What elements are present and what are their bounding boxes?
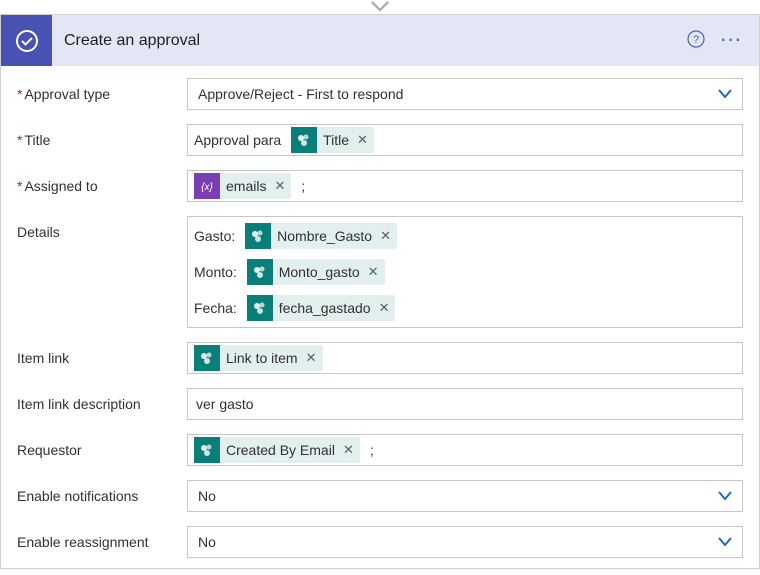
approval-type-select[interactable]: Approve/Reject - First to respond xyxy=(187,78,743,110)
title-label: *Title xyxy=(17,124,187,148)
item-link-input[interactable]: Link to item ✕ xyxy=(187,342,743,374)
token-title[interactable]: Title ✕ xyxy=(291,127,374,153)
item-link-desc-value: ver gasto xyxy=(194,392,736,416)
details-label: Details xyxy=(17,216,187,240)
help-icon[interactable]: ? xyxy=(687,30,705,51)
sharepoint-icon xyxy=(194,345,220,371)
token-monto-gasto[interactable]: Monto_gasto ✕ xyxy=(247,259,385,285)
approval-type-value: Approve/Reject - First to respond xyxy=(198,86,403,102)
token-link-to-item[interactable]: Link to item ✕ xyxy=(194,345,323,371)
remove-token-icon[interactable]: ✕ xyxy=(368,264,379,280)
enable-reassignment-select[interactable]: No xyxy=(187,526,743,558)
svg-text:{x}: {x} xyxy=(201,182,213,193)
sharepoint-icon xyxy=(194,437,220,463)
sharepoint-icon xyxy=(247,259,273,285)
details-input[interactable]: Gasto: Nombre_Gasto ✕ Monto: Monto_gasto xyxy=(187,216,743,328)
card-header[interactable]: Create an approval ? ··· xyxy=(1,15,759,66)
remove-token-icon[interactable]: ✕ xyxy=(380,228,391,244)
chevron-down-icon xyxy=(718,488,732,504)
title-input[interactable]: Approval para Title ✕ xyxy=(187,124,743,156)
details-line-prefix: Monto: xyxy=(194,264,241,280)
separator-text: ; xyxy=(297,178,309,194)
separator-text: ; xyxy=(366,442,378,458)
approval-action-card: Create an approval ? ··· *Approval type … xyxy=(0,14,760,569)
chevron-down-icon xyxy=(718,86,732,102)
enable-notifications-label: Enable notifications xyxy=(17,480,187,504)
approval-type-label: *Approval type xyxy=(17,78,187,102)
item-link-label: Item link xyxy=(17,342,187,366)
expression-icon: {x} xyxy=(194,173,220,199)
card-title: Create an approval xyxy=(52,32,687,50)
remove-token-icon[interactable]: ✕ xyxy=(357,132,368,148)
chevron-down-icon xyxy=(718,534,732,550)
token-emails[interactable]: {x} emails ✕ xyxy=(194,173,291,199)
assigned-to-label: *Assigned to xyxy=(17,170,187,194)
enable-reassignment-value: No xyxy=(198,534,216,550)
token-nombre-gasto[interactable]: Nombre_Gasto ✕ xyxy=(245,223,397,249)
requestor-label: Requestor xyxy=(17,434,187,458)
details-line-prefix: Fecha: xyxy=(194,300,241,316)
assigned-to-input[interactable]: {x} emails ✕ ; xyxy=(187,170,743,202)
item-link-desc-input[interactable]: ver gasto xyxy=(187,388,743,420)
enable-reassignment-label: Enable reassignment xyxy=(17,526,187,550)
sharepoint-icon xyxy=(245,223,271,249)
title-prefix-text: Approval para xyxy=(194,132,285,148)
remove-token-icon[interactable]: ✕ xyxy=(343,442,354,458)
details-line-prefix: Gasto: xyxy=(194,228,239,244)
sharepoint-icon xyxy=(247,295,273,321)
item-link-desc-label: Item link description xyxy=(17,388,187,412)
sharepoint-icon xyxy=(291,127,317,153)
enable-notifications-value: No xyxy=(198,488,216,504)
remove-token-icon[interactable]: ✕ xyxy=(274,178,285,194)
token-created-by-email[interactable]: Created By Email ✕ xyxy=(194,437,360,463)
approval-icon xyxy=(1,15,52,66)
svg-text:?: ? xyxy=(693,34,699,46)
requestor-input[interactable]: Created By Email ✕ ; xyxy=(187,434,743,466)
remove-token-icon[interactable]: ✕ xyxy=(379,300,390,316)
connector-arrow-icon xyxy=(370,0,390,14)
remove-token-icon[interactable]: ✕ xyxy=(306,350,317,366)
enable-notifications-select[interactable]: No xyxy=(187,480,743,512)
more-menu-icon[interactable]: ··· xyxy=(721,32,743,50)
token-fecha-gastado[interactable]: fecha_gastado ✕ xyxy=(247,295,396,321)
